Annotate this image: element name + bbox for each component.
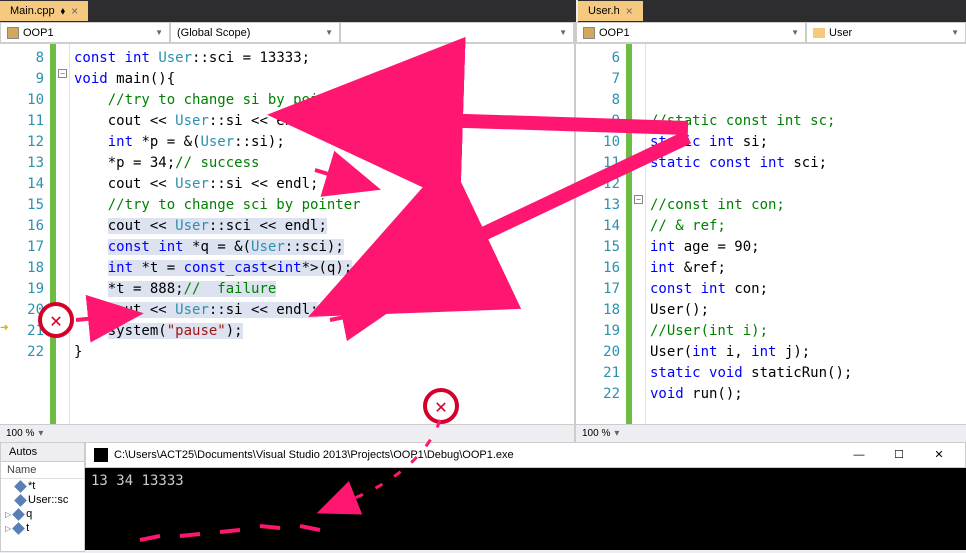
left-editor-pane: OOP1 ▼ (Global Scope) ▼ ▼ 89101112131415…: [0, 22, 576, 442]
zoom-arrows-icon[interactable]: ▾: [614, 428, 619, 439]
tab-bar-right: User.h ×: [578, 0, 966, 22]
class-icon: [813, 28, 825, 38]
error-marker-icon: ✕: [38, 302, 74, 338]
dropdown-row: OOP1 ▼ (Global Scope) ▼ ▼: [0, 22, 574, 44]
current-line-icon: ➜: [0, 320, 8, 336]
chevron-down-icon: ▼: [559, 28, 567, 37]
tab-label: User.h: [588, 5, 620, 17]
tab-label: Main.cpp: [10, 5, 55, 17]
chevron-down-icon: ▼: [791, 28, 799, 37]
scope-dropdown[interactable]: (Global Scope) ▼: [170, 22, 340, 43]
minimize-button[interactable]: —: [841, 446, 877, 464]
right-editor-pane: OOP1 ▼ User ▼ 67891011121314151617181920…: [576, 22, 966, 442]
project-dropdown[interactable]: OOP1 ▼: [0, 22, 170, 43]
line-gutter: 678910111213141516171819202122: [576, 44, 626, 424]
code-text[interactable]: //static const int sc;static int si;stat…: [646, 44, 966, 424]
collapse-bar[interactable]: −: [632, 44, 646, 424]
console-panel: C:\Users\ACT25\Documents\Visual Studio 2…: [85, 442, 966, 552]
member-dropdown[interactable]: ▼: [340, 22, 574, 43]
zoom-level[interactable]: 100 %: [6, 428, 34, 439]
code-area-right[interactable]: 678910111213141516171819202122 − //stati…: [576, 44, 966, 424]
console-titlebar: C:\Users\ACT25\Documents\Visual Studio 2…: [85, 442, 966, 468]
chevron-down-icon: ▼: [325, 28, 333, 37]
line-gutter: 8910111213141516171819202122: [0, 44, 50, 424]
autos-row[interactable]: ▷t: [1, 521, 84, 535]
code-text[interactable]: const int User::sci = 13333;void main(){…: [70, 44, 574, 424]
class-dropdown[interactable]: User ▼: [806, 22, 966, 43]
autos-panel: Autos Name *tUser::sc▷q▷t: [0, 442, 85, 552]
autos-header-name[interactable]: Name: [1, 462, 84, 479]
console-output: 13 34 13333: [85, 468, 966, 550]
editor-area: OOP1 ▼ (Global Scope) ▼ ▼ 89101112131415…: [0, 22, 966, 442]
console-title-text: C:\Users\ACT25\Documents\Visual Studio 2…: [114, 449, 514, 461]
maximize-button[interactable]: ☐: [881, 446, 917, 464]
zoom-level[interactable]: 100 %: [582, 428, 610, 439]
dropdown-row: OOP1 ▼ User ▼: [576, 22, 966, 44]
autos-title: Autos: [1, 443, 84, 462]
bottom-panels: Autos Name *tUser::sc▷q▷t C:\Users\ACT25…: [0, 442, 966, 552]
project-icon: [7, 27, 19, 39]
code-area-left[interactable]: 8910111213141516171819202122 − const int…: [0, 44, 574, 424]
autos-row[interactable]: User::sc: [1, 493, 84, 507]
zoom-row: 100 % ▾: [0, 424, 574, 442]
close-button[interactable]: ✕: [921, 446, 957, 464]
console-icon: [94, 448, 108, 462]
close-icon[interactable]: ×: [71, 4, 78, 18]
autos-row[interactable]: *t: [1, 479, 84, 493]
zoom-arrows-icon[interactable]: ▾: [38, 428, 43, 439]
project-dropdown[interactable]: OOP1 ▼: [576, 22, 806, 43]
tab-bar-left: Main.cpp ⬧ ×: [0, 0, 576, 22]
tab-main-cpp[interactable]: Main.cpp ⬧ ×: [0, 1, 88, 21]
zoom-row: 100 % ▾: [576, 424, 966, 442]
collapse-bar[interactable]: −: [56, 44, 70, 424]
close-icon[interactable]: ×: [626, 4, 633, 18]
autos-row[interactable]: ▷q: [1, 507, 84, 521]
chevron-down-icon: ▼: [951, 28, 959, 37]
error-marker-icon: ✕: [423, 388, 459, 424]
tab-user-h[interactable]: User.h ×: [578, 1, 643, 21]
pin-icon[interactable]: ⬧: [61, 6, 66, 17]
project-icon: [583, 27, 595, 39]
chevron-down-icon: ▼: [155, 28, 163, 37]
